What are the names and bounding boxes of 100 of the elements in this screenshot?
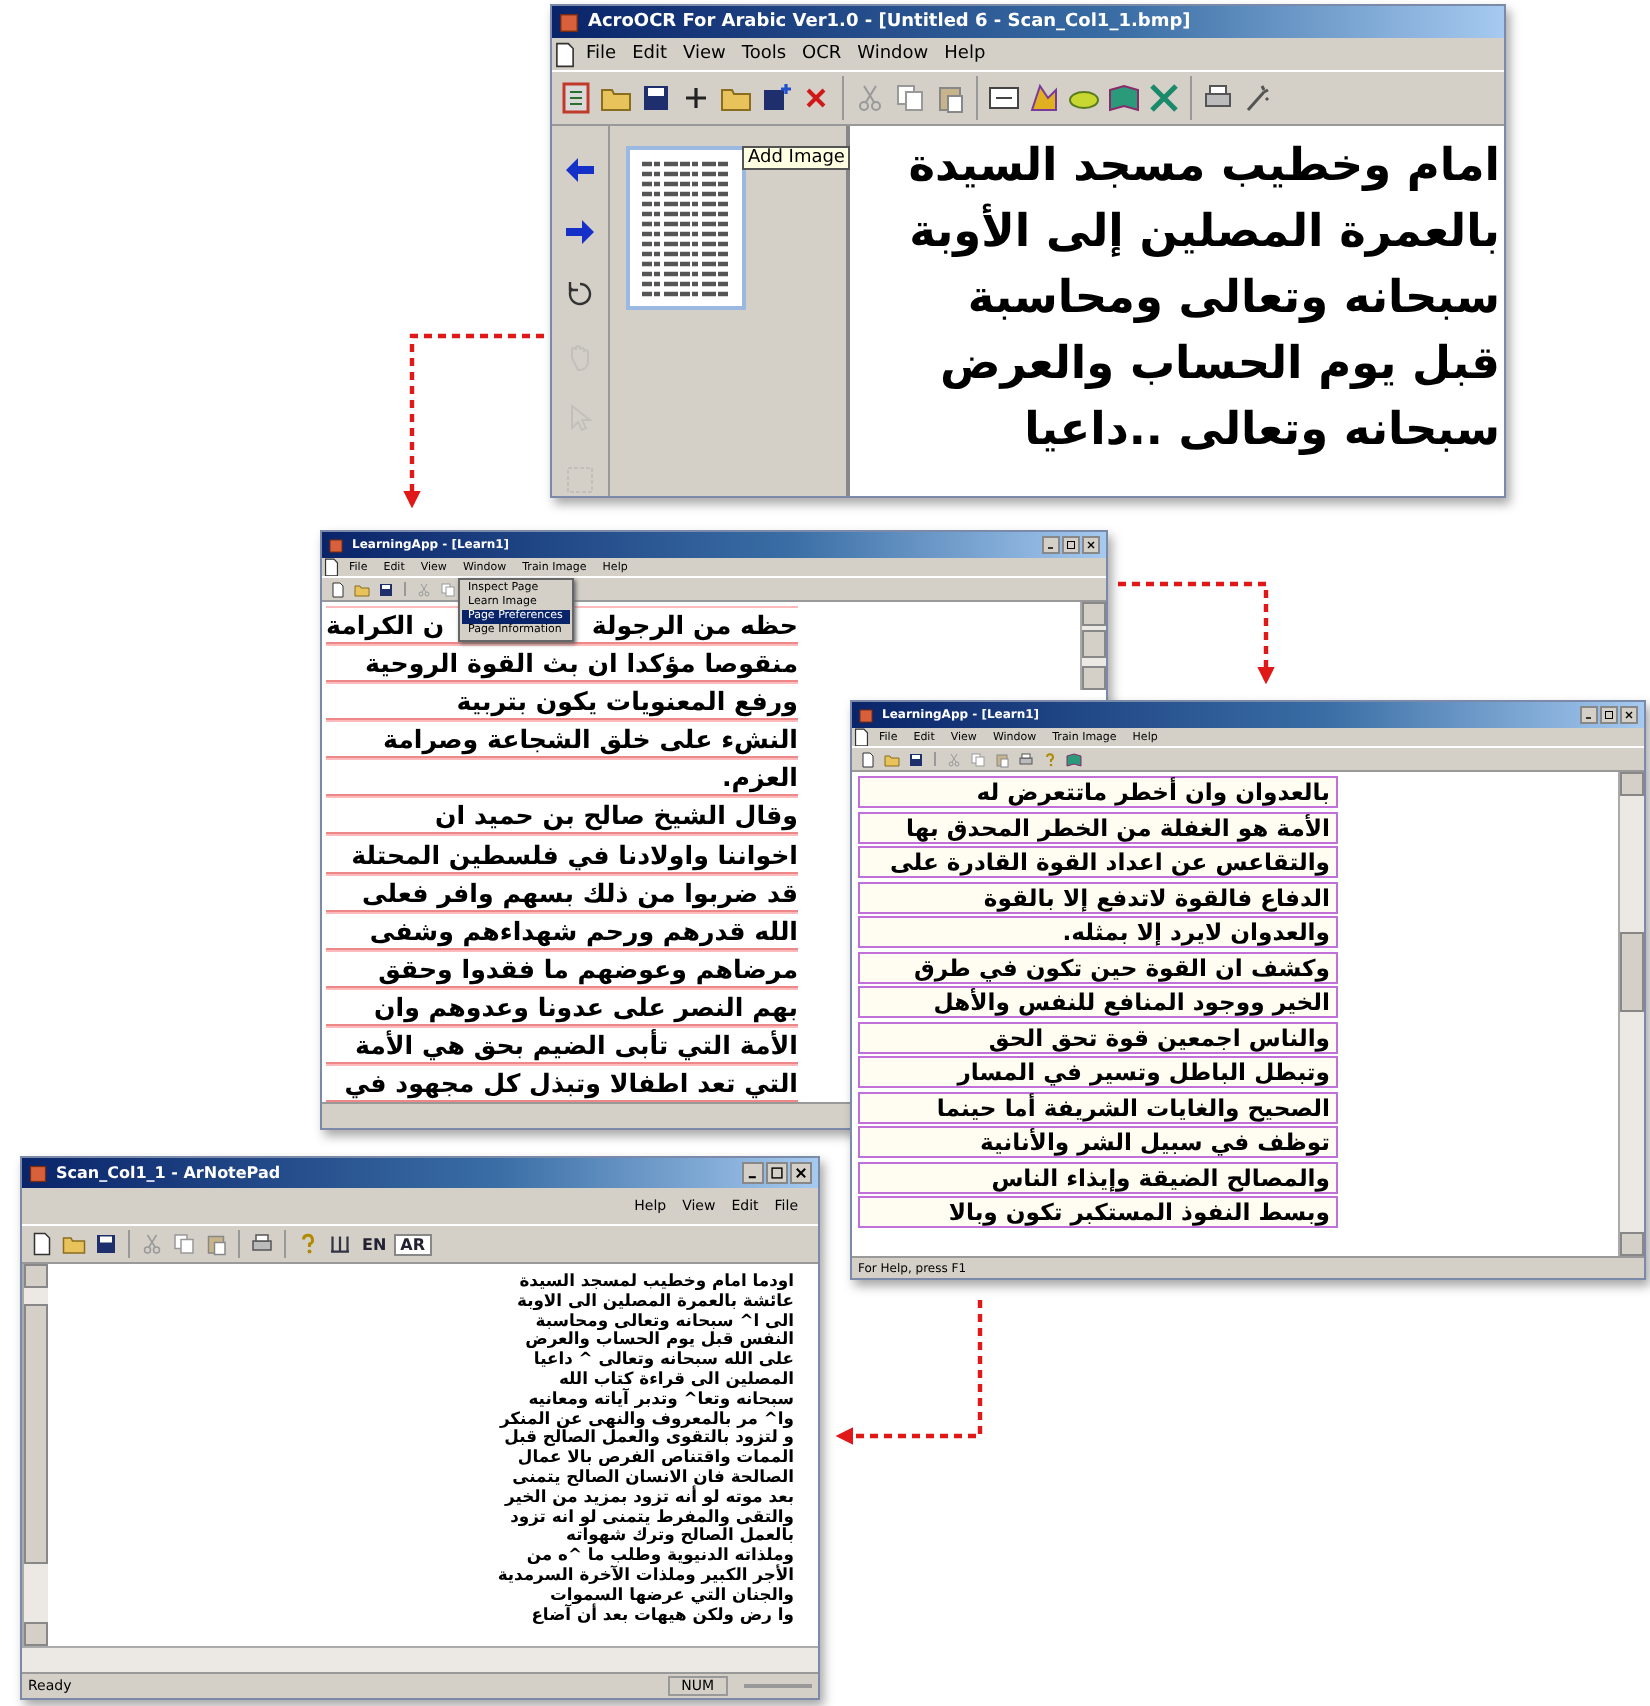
language-button[interactable]: EN — [358, 1233, 391, 1255]
text-line: سبحانه وتعا^ وتدبر آياته ومعانيه — [528, 1389, 794, 1410]
copy-icon — [440, 581, 456, 597]
text-line: على الله سبحانه وتعالى ^ داعيا — [533, 1350, 794, 1370]
text-line: الصحيح والغايات الشريفة أما حينما — [936, 1093, 1330, 1121]
language-button[interactable]: AR — [394, 1233, 432, 1255]
help-icon — [1042, 751, 1058, 767]
maximize-button[interactable] — [766, 1162, 788, 1184]
text-line: والتقاعس عن اعداد القوة القادرة على — [890, 848, 1330, 876]
text-line: وتبطل الباطل وتسير في المسار — [957, 1058, 1330, 1086]
paste-button[interactable] — [992, 749, 1012, 769]
text-line: والتقى والمفرط يتمنى لو انه تزود — [510, 1507, 794, 1527]
horizontal-scrollbar[interactable] — [22, 1646, 818, 1672]
text-line: الى ا^ سبحانه وتعالى ومحاسبة — [535, 1311, 794, 1331]
save-button[interactable] — [638, 80, 674, 116]
app-icon — [28, 1163, 48, 1183]
text-line: التي تعد اطفالا وتبذل كل مجهود في — [344, 1065, 798, 1100]
text-line: الممات واقتناص الفرص بالا عمال — [517, 1448, 794, 1468]
text-line: بعد موته لو أنه تزود بمزيد من الخير — [505, 1487, 794, 1508]
copy-icon — [172, 1232, 196, 1256]
plus-icon — [680, 82, 712, 114]
folder-icon — [884, 751, 900, 767]
text-line: وا رض ولكن هيهات بعد أن آضاع — [531, 1605, 794, 1625]
vertical-scrollbar[interactable] — [22, 1264, 48, 1646]
maximize-icon — [770, 1166, 784, 1180]
close-icon — [1086, 540, 1096, 550]
save-button[interactable] — [906, 749, 926, 769]
tooltip: Add Image — [742, 146, 851, 170]
print-icon — [1018, 751, 1034, 767]
text-line: قد ضربوا من ذلك بسهم وافر فعلى — [361, 875, 798, 910]
text-line: الخير ووجود المنافع للنفس والأهل — [933, 988, 1330, 1016]
text-line: الأمة التي تأبى الضيم بحق هي الأمة — [354, 1027, 798, 1062]
cut-icon — [416, 581, 432, 597]
print-icon — [250, 1232, 274, 1256]
text-line: الله قدرهم ورحم شهداءهم وشفى — [369, 913, 798, 948]
close-button[interactable] — [1620, 706, 1638, 724]
x-mark-icon — [1148, 82, 1180, 114]
menu-item[interactable]: File — [578, 44, 625, 64]
book-button[interactable] — [1064, 749, 1084, 769]
maximize-button[interactable] — [1062, 536, 1080, 554]
close-button[interactable] — [790, 1162, 812, 1184]
paste-button[interactable] — [202, 1230, 230, 1258]
save-icon — [640, 82, 672, 114]
menu-item[interactable]: OCR — [794, 44, 850, 64]
text-line: قبل يوم الحساب والعرض — [940, 336, 1500, 394]
text-line: بهم النصر على عدونا وعدوهم وان — [374, 989, 798, 1024]
save-add-icon — [760, 82, 792, 114]
text-line: العزم. — [721, 760, 798, 795]
text-line: بالعمل الصالح وترك شهواته — [566, 1526, 794, 1547]
folder-icon — [354, 581, 370, 597]
new-page-button[interactable] — [28, 1230, 56, 1258]
minimize-button[interactable] — [1042, 536, 1060, 554]
save-button[interactable] — [92, 1230, 120, 1258]
copy-button[interactable] — [892, 80, 928, 116]
text-line: والناس اجمعين قوة تحق الحق — [988, 1023, 1330, 1051]
menu-item[interactable]: Edit — [624, 44, 675, 64]
book-button[interactable] — [1106, 80, 1142, 116]
text-line: سبحانه وتعالى ..داعيا — [1024, 402, 1500, 460]
text-line: ورفع المعنويات يكون بتربية — [456, 684, 798, 719]
text-line: مرضاهم وعوضهم ما فقدوا وحقق — [378, 951, 798, 986]
rotate-icon — [564, 278, 596, 310]
text-line: الأمة هو الغفلة من الخطر المحدق بها — [906, 813, 1330, 841]
menu-item[interactable]: Window — [849, 44, 937, 64]
save-icon — [378, 581, 394, 597]
columns-icon — [328, 1232, 352, 1256]
menu-item[interactable]: Help — [936, 44, 994, 64]
folder-icon — [62, 1232, 86, 1256]
text-line: وملذاته الدنيوية وطلب ما ^ه من — [526, 1546, 794, 1565]
cut-icon — [854, 82, 886, 114]
save-add-button[interactable] — [758, 80, 794, 116]
copy-button[interactable] — [170, 1230, 198, 1258]
document-icon — [560, 82, 592, 114]
cut-icon — [140, 1232, 164, 1256]
maximize-button[interactable] — [1600, 706, 1618, 724]
paste-icon — [994, 751, 1010, 767]
document-button[interactable] — [558, 80, 594, 116]
text-line: سبحانه وتعالى ومحاسبة — [967, 270, 1500, 328]
menu-item[interactable]: View — [675, 44, 734, 64]
text-line: والعدوان لايرد إلا بمثله. — [1062, 918, 1330, 946]
vertical-scrollbar[interactable] — [1080, 602, 1106, 690]
x-mark-button[interactable] — [1146, 80, 1182, 116]
page-thumbnail[interactable] — [626, 146, 746, 310]
minimize-button[interactable] — [742, 1162, 764, 1184]
text-line: وبسط النفوذ المستكبر تكون وبالا — [948, 1198, 1330, 1226]
text-line: المصلين الى قراءة كتاب الله — [558, 1369, 794, 1388]
close-button[interactable] — [1082, 536, 1100, 554]
save-icon — [94, 1232, 118, 1256]
text-line: والمصالح الضيقة وإيذاء الناس — [991, 1163, 1330, 1191]
text-line: والجنان التي عرضها السموات — [549, 1585, 794, 1604]
vertical-scrollbar[interactable] — [1618, 772, 1644, 1256]
text-line: النشء على خلق الشجاعة وصرامة — [382, 722, 798, 757]
maximize-icon — [1066, 540, 1076, 550]
text-line: ن الكرامة — [326, 608, 445, 643]
paste-icon — [204, 1232, 228, 1256]
print-button[interactable] — [1016, 749, 1036, 769]
minimize-button[interactable] — [1580, 706, 1598, 724]
menu-item[interactable]: Tools — [733, 44, 795, 64]
text-line: الدفاع فالقوة لاتدفع إلا بالقوة — [983, 883, 1330, 911]
app-icon — [328, 537, 344, 553]
save-button[interactable] — [376, 579, 396, 599]
